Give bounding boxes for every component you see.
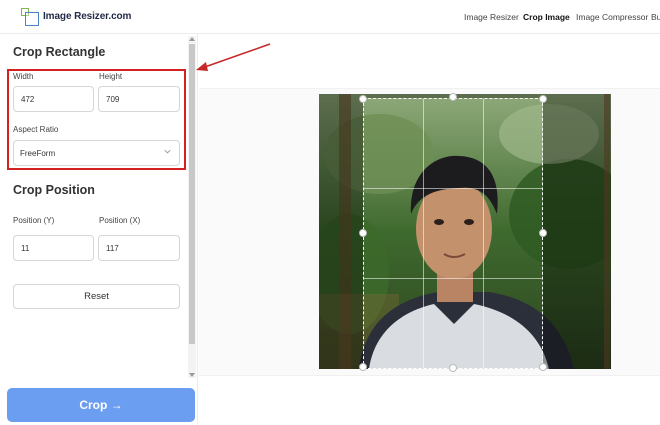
nav-crop-image[interactable]: Crop Image — [523, 12, 570, 22]
crop-handle-bottom[interactable] — [449, 364, 457, 372]
crop-handle-top[interactable] — [449, 93, 457, 101]
crop-handle-bottom-right[interactable] — [539, 363, 547, 371]
crop-button[interactable]: Crop → — [7, 388, 195, 422]
position-y-label: Position (Y) — [13, 216, 55, 225]
scrollbar-thumb[interactable] — [189, 44, 195, 344]
crop-rectangle-title: Crop Rectangle — [13, 45, 106, 59]
nav-image-compressor[interactable]: Image Compressor — [576, 12, 648, 22]
position-x-input[interactable] — [98, 235, 180, 261]
position-y-input[interactable] — [13, 235, 94, 261]
annotation-arrow-icon — [196, 43, 271, 71]
crop-handle-left[interactable] — [359, 229, 367, 237]
settings-sidebar: Crop Rectangle Width Height Aspect Ratio… — [0, 34, 198, 425]
top-header: Image Resizer.com Image Resizer Crop Ima… — [0, 0, 660, 34]
sidebar-scrollbar[interactable] — [188, 36, 196, 378]
nav-more[interactable]: Bu — [651, 12, 660, 22]
crop-handle-top-right[interactable] — [539, 95, 547, 103]
scroll-down-arrow-icon[interactable] — [188, 372, 196, 378]
crop-handle-right[interactable] — [539, 229, 547, 237]
crop-position-title: Crop Position — [13, 183, 95, 197]
reset-button[interactable]: Reset — [13, 284, 180, 309]
crop-handle-top-left[interactable] — [359, 95, 367, 103]
logo-icon[interactable] — [21, 8, 39, 26]
crop-handle-bottom-left[interactable] — [359, 363, 367, 371]
position-x-label: Position (X) — [99, 216, 141, 225]
nav-image-resizer[interactable]: Image Resizer — [464, 12, 519, 22]
crop-selection-box[interactable] — [363, 98, 543, 369]
brand-name[interactable]: Image Resizer.com — [43, 11, 131, 22]
annotation-highlight-box — [7, 69, 186, 170]
